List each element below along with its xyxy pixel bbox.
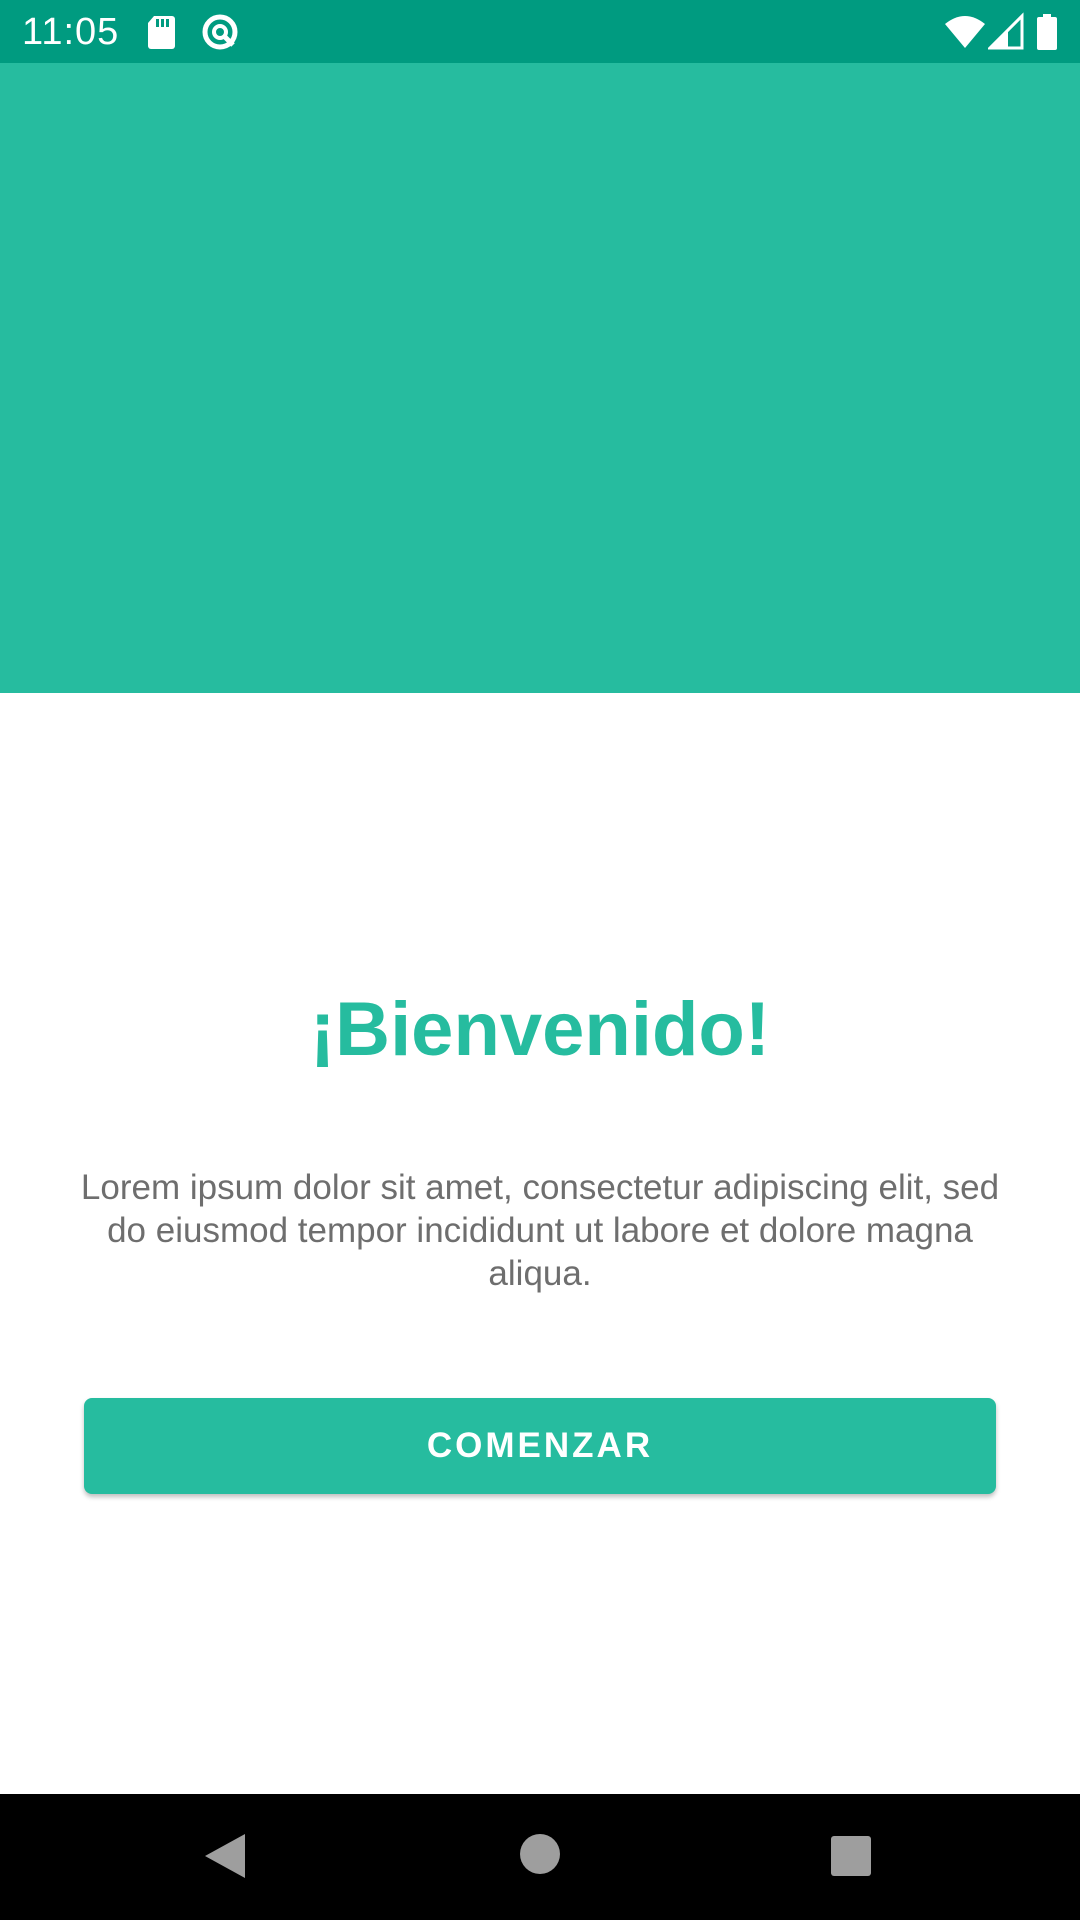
navigation-bar	[0, 1794, 1080, 1920]
start-button[interactable]: COMENZAR	[84, 1398, 996, 1494]
status-time: 11:05	[22, 11, 120, 53]
battery-icon	[1037, 14, 1057, 50]
hero-banner	[0, 63, 1080, 693]
wifi-icon	[945, 16, 985, 48]
sd-card-icon	[148, 16, 175, 49]
recents-icon[interactable]	[831, 1836, 871, 1876]
recording-icon	[202, 14, 238, 50]
welcome-screen: 11:05 ¡Bienvenido! Lorem ipsum dolor sit…	[0, 0, 1080, 1920]
welcome-description: Lorem ipsum dolor sit amet, consectetur …	[80, 1168, 1000, 1293]
welcome-title: ¡Bienvenido!	[309, 987, 771, 1072]
signal-icon	[988, 12, 1024, 50]
status-bar: 11:05	[0, 0, 1080, 63]
back-icon[interactable]	[203, 1832, 247, 1880]
home-icon[interactable]	[520, 1834, 560, 1874]
